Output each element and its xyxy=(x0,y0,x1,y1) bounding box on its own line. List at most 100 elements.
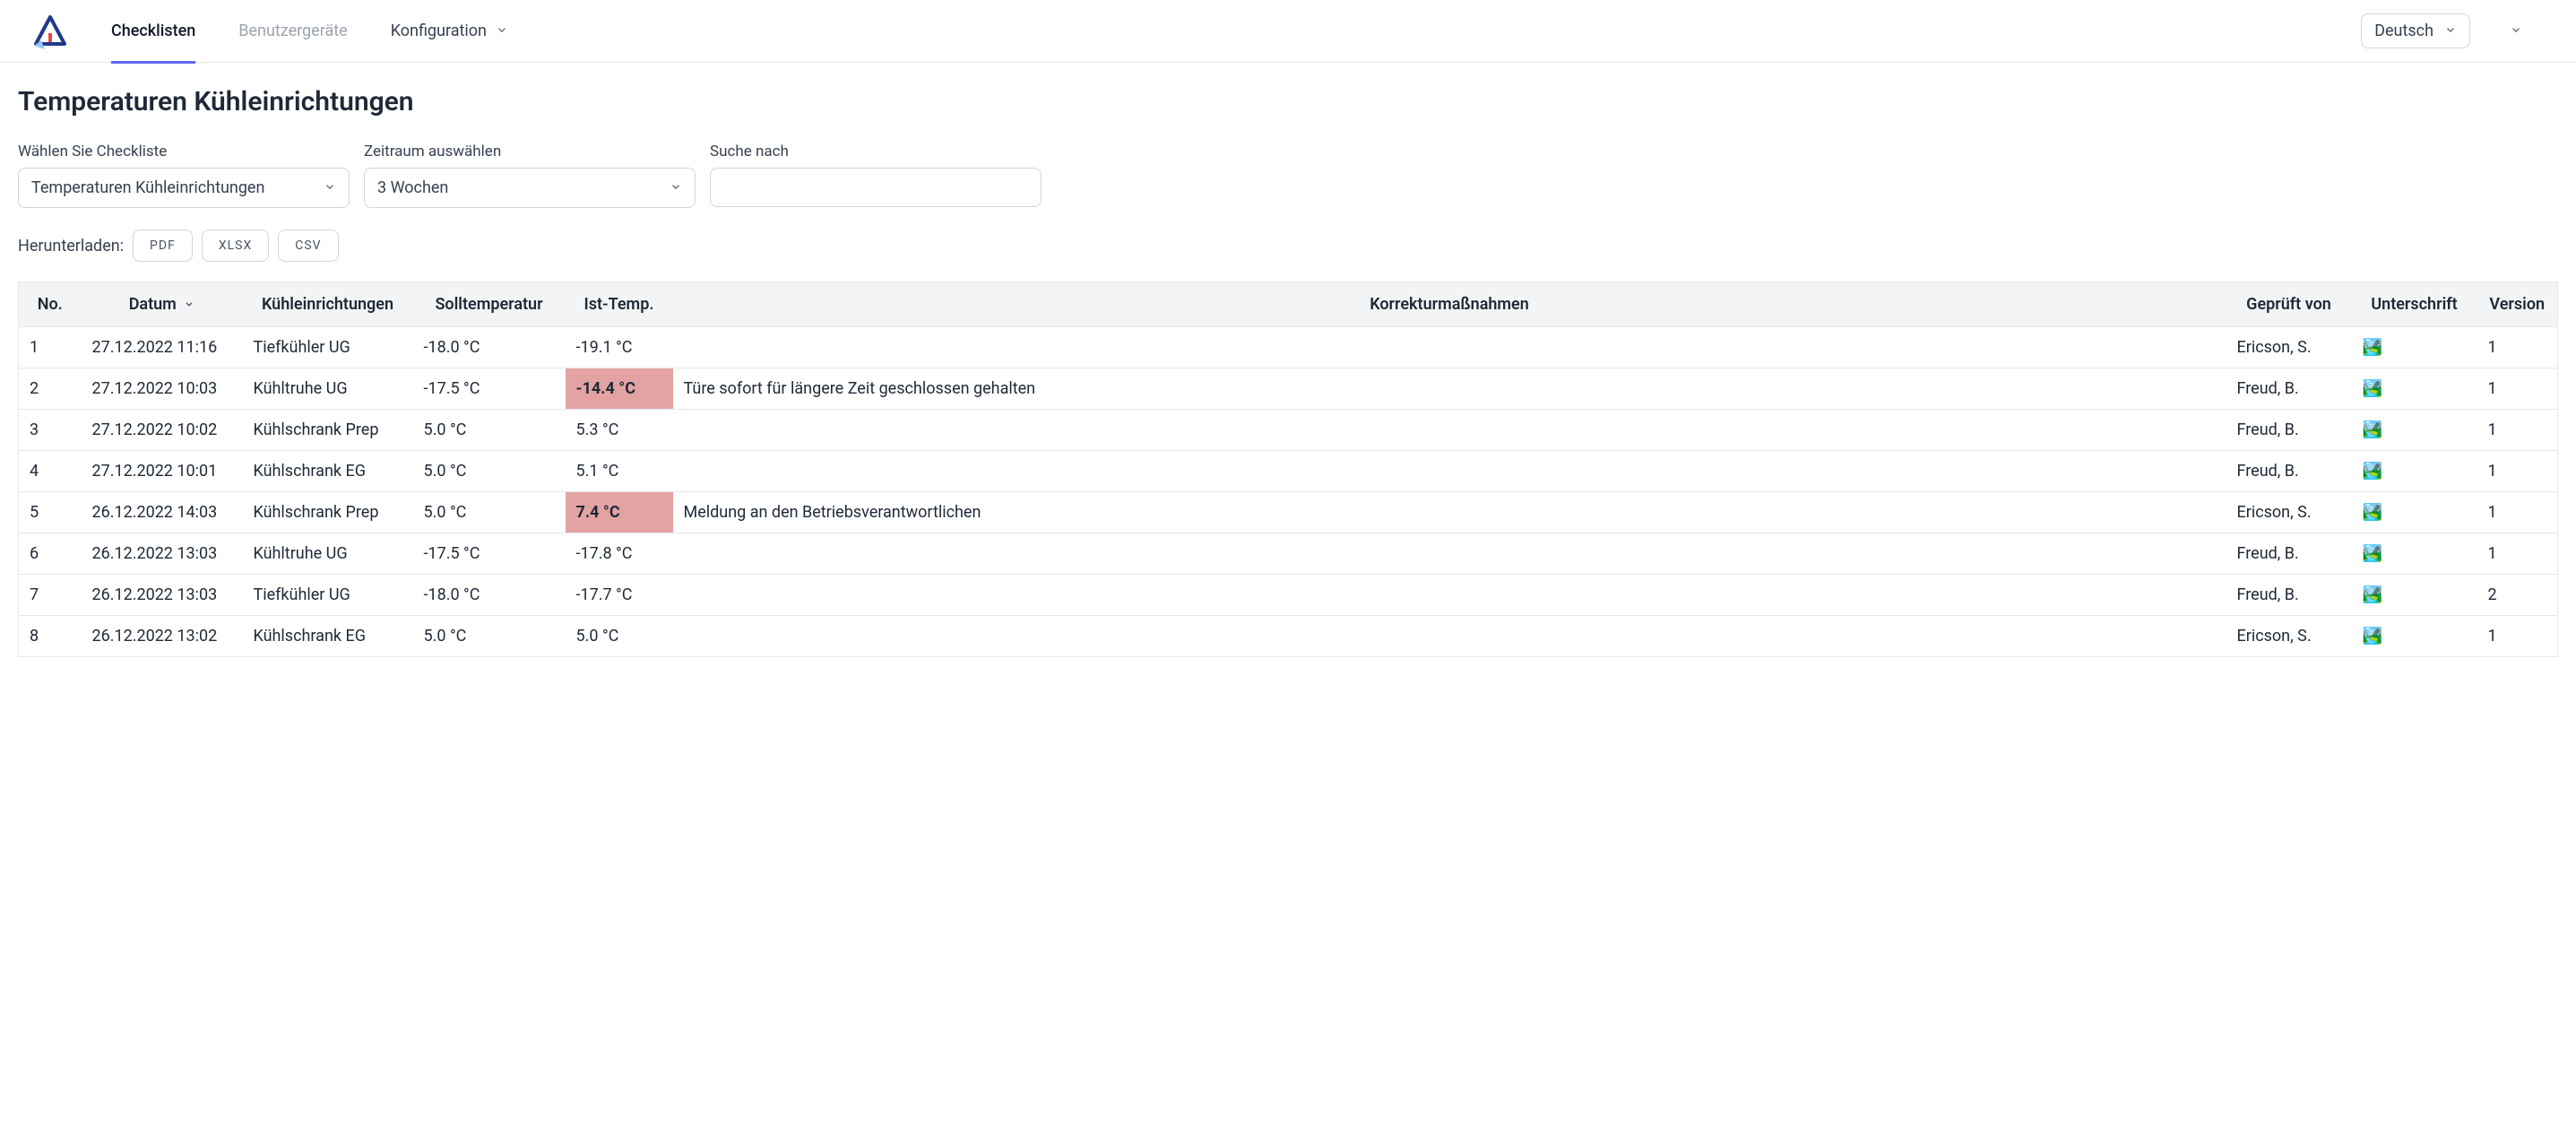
page-content: Temperaturen Kühleinrichtungen Wählen Si… xyxy=(0,63,2576,693)
chevron-down-icon xyxy=(496,22,508,40)
cell-korrektur xyxy=(673,410,2226,451)
cell-geprueft: Freud, B. xyxy=(2226,533,2352,575)
table-row[interactable]: 127.12.2022 11:16Tiefkühler UG-18.0 °C-1… xyxy=(19,327,2558,368)
cell-geprueft: Freud, B. xyxy=(2226,368,2352,410)
cell-geprueft: Freud, B. xyxy=(2226,410,2352,451)
cell-version: 1 xyxy=(2477,410,2558,451)
nav-benutzergeraete-label: Benutzergeräte xyxy=(238,22,347,40)
cell-version: 1 xyxy=(2477,492,2558,533)
cell-no: 4 xyxy=(19,451,82,492)
language-current: Deutsch xyxy=(2374,22,2433,40)
download-label: Herunterladen: xyxy=(18,237,124,256)
cell-version: 1 xyxy=(2477,616,2558,657)
filter-period-label: Zeitraum auswählen xyxy=(364,143,696,160)
cell-ist: -17.7 °C xyxy=(566,575,673,616)
checklist-select[interactable]: Temperaturen Kühleinrichtungen xyxy=(18,168,350,208)
sort-chevron-down-icon xyxy=(184,295,194,314)
th-geprueft[interactable]: Geprüft von xyxy=(2226,282,2352,327)
table-row[interactable]: 626.12.2022 13:03Kühltruhe UG-17.5 °C-17… xyxy=(19,533,2558,575)
cell-no: 7 xyxy=(19,575,82,616)
cell-unterschrift[interactable]: 🏞️ xyxy=(2352,327,2477,368)
cell-unterschrift[interactable]: 🏞️ xyxy=(2352,492,2477,533)
checklist-select-value: Temperaturen Kühleinrichtungen xyxy=(31,178,264,197)
page-title: Temperaturen Kühleinrichtungen xyxy=(18,86,2558,117)
cell-version: 1 xyxy=(2477,368,2558,410)
cell-geprueft: Ericson, S. xyxy=(2226,616,2352,657)
cell-ist: -19.1 °C xyxy=(566,327,673,368)
th-datum[interactable]: Datum xyxy=(82,282,243,327)
cell-version: 1 xyxy=(2477,327,2558,368)
cell-korrektur xyxy=(673,451,2226,492)
period-select[interactable]: 3 Wochen xyxy=(364,168,696,208)
th-device[interactable]: Kühleinrichtungen xyxy=(243,282,413,327)
cell-no: 8 xyxy=(19,616,82,657)
cell-unterschrift[interactable]: 🏞️ xyxy=(2352,451,2477,492)
table-row[interactable]: 826.12.2022 13:02Kühlschrank EG5.0 °C5.0… xyxy=(19,616,2558,657)
cell-no: 3 xyxy=(19,410,82,451)
signature-image-icon: 🏞️ xyxy=(2363,420,2382,439)
cell-device: Kühltruhe UG xyxy=(243,368,413,410)
download-xlsx-button[interactable]: XLSX xyxy=(202,230,269,262)
cell-device: Tiefkühler UG xyxy=(243,575,413,616)
cell-device: Kühlschrank Prep xyxy=(243,492,413,533)
cell-korrektur: Meldung an den Betriebsverantwortlichen xyxy=(673,492,2226,533)
topbar-right: Deutsch xyxy=(2361,13,2544,48)
th-soll[interactable]: Solltemperatur xyxy=(413,282,566,327)
signature-image-icon: 🏞️ xyxy=(2363,338,2382,357)
cell-datum: 27.12.2022 10:03 xyxy=(82,368,243,410)
th-korrektur[interactable]: Korrekturmaßnahmen xyxy=(673,282,2226,327)
search-input[interactable] xyxy=(710,168,1042,207)
cell-soll: 5.0 °C xyxy=(413,451,566,492)
filter-checklist-label: Wählen Sie Checkliste xyxy=(18,143,350,160)
table-row[interactable]: 427.12.2022 10:01Kühlschrank EG5.0 °C5.1… xyxy=(19,451,2558,492)
cell-datum: 27.12.2022 10:02 xyxy=(82,410,243,451)
cell-device: Kühltruhe UG xyxy=(243,533,413,575)
cell-soll: -17.5 °C xyxy=(413,368,566,410)
cell-version: 1 xyxy=(2477,533,2558,575)
table-row[interactable]: 526.12.2022 14:03Kühlschrank Prep5.0 °C7… xyxy=(19,492,2558,533)
filter-bar: Wählen Sie Checkliste Temperaturen Kühle… xyxy=(18,143,2558,208)
cell-unterschrift[interactable]: 🏞️ xyxy=(2352,368,2477,410)
download-csv-button[interactable]: CSV xyxy=(278,230,338,262)
cell-unterschrift[interactable]: 🏞️ xyxy=(2352,410,2477,451)
download-pdf-button[interactable]: PDF xyxy=(133,230,193,262)
nav-konfiguration-label: Konfiguration xyxy=(391,22,487,40)
language-selector[interactable]: Deutsch xyxy=(2361,13,2470,48)
cell-soll: 5.0 °C xyxy=(413,410,566,451)
cell-unterschrift[interactable]: 🏞️ xyxy=(2352,575,2477,616)
cell-ist: 5.3 °C xyxy=(566,410,673,451)
th-version[interactable]: Version xyxy=(2477,282,2558,327)
cell-ist: 7.4 °C xyxy=(566,492,673,533)
table-row[interactable]: 327.12.2022 10:02Kühlschrank Prep5.0 °C5… xyxy=(19,410,2558,451)
cell-no: 2 xyxy=(19,368,82,410)
app-logo[interactable] xyxy=(32,13,68,49)
cell-ist: -17.8 °C xyxy=(566,533,673,575)
th-no[interactable]: No. xyxy=(19,282,82,327)
chevron-down-icon xyxy=(324,178,336,197)
cell-korrektur xyxy=(673,575,2226,616)
cell-datum: 26.12.2022 13:02 xyxy=(82,616,243,657)
cell-version: 2 xyxy=(2477,575,2558,616)
signature-image-icon: 🏞️ xyxy=(2363,379,2382,398)
cell-soll: 5.0 °C xyxy=(413,492,566,533)
chevron-down-icon xyxy=(2510,22,2522,40)
cell-korrektur xyxy=(673,616,2226,657)
cell-unterschrift[interactable]: 🏞️ xyxy=(2352,533,2477,575)
cell-unterschrift[interactable]: 🏞️ xyxy=(2352,616,2477,657)
download-row: Herunterladen: PDF XLSX CSV xyxy=(18,230,2558,262)
filter-search: Suche nach xyxy=(710,143,1042,208)
results-table: No. Datum Kühleinrichtungen Solltemperat… xyxy=(18,282,2558,657)
th-unterschrift[interactable]: Unterschrift xyxy=(2352,282,2477,327)
signature-image-icon: 🏞️ xyxy=(2363,462,2382,481)
nav-checklisten[interactable]: Checklisten xyxy=(111,0,195,63)
nav-konfiguration[interactable]: Konfiguration xyxy=(391,0,508,63)
table-row[interactable]: 227.12.2022 10:03Kühltruhe UG-17.5 °C-14… xyxy=(19,368,2558,410)
th-ist[interactable]: Ist-Temp. xyxy=(566,282,673,327)
table-header: No. Datum Kühleinrichtungen Solltemperat… xyxy=(19,282,2558,327)
cell-korrektur xyxy=(673,327,2226,368)
table-row[interactable]: 726.12.2022 13:03Tiefkühler UG-18.0 °C-1… xyxy=(19,575,2558,616)
period-select-value: 3 Wochen xyxy=(377,178,448,197)
cell-geprueft: Ericson, S. xyxy=(2226,492,2352,533)
user-menu[interactable] xyxy=(2488,14,2544,48)
nav-benutzergeraete[interactable]: Benutzergeräte xyxy=(238,0,347,63)
